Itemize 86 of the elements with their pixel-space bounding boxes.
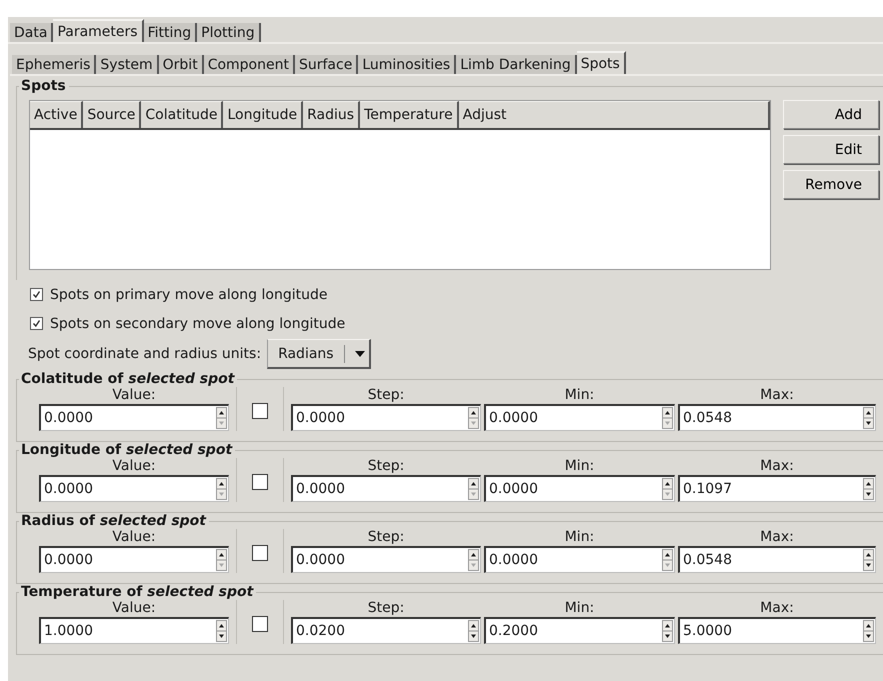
field-label: Step: — [366, 600, 406, 617]
checkbox-label: Spots on primary move along longitude — [50, 286, 328, 302]
action-button[interactable]: Remove — [783, 170, 879, 199]
caret-icon — [354, 350, 365, 356]
field-label: Min: — [564, 458, 596, 475]
spin-arrows-icon[interactable] — [468, 620, 479, 642]
tab[interactable]: Parameters — [53, 19, 144, 42]
number-field[interactable]: 5.0000 — [678, 617, 876, 644]
checkbox[interactable] — [30, 288, 43, 301]
action-button[interactable]: Edit — [783, 135, 879, 164]
field-label: Value: — [111, 600, 157, 617]
column-header[interactable]: Temperature — [360, 101, 459, 128]
spin-arrows-icon[interactable] — [216, 549, 227, 571]
number-field[interactable]: 0.0000 — [39, 546, 229, 573]
action-button[interactable]: Add — [783, 100, 879, 129]
column-header[interactable]: Source — [83, 101, 142, 128]
tab[interactable]: System — [96, 55, 159, 74]
group-title: Longitude of selected spot — [20, 442, 234, 458]
field-label: Min: — [564, 529, 596, 546]
number-field[interactable]: 0.0000 — [39, 475, 229, 502]
tab[interactable]: Limb Darkening — [456, 55, 577, 74]
field-label: Step: — [366, 387, 406, 404]
spin-arrows-icon[interactable] — [863, 549, 874, 571]
number-field[interactable]: 0.0000 — [39, 404, 229, 431]
field-label: Value: — [111, 458, 157, 475]
number-field[interactable]: 0.0000 — [291, 546, 481, 573]
field-label: Max: — [759, 600, 795, 617]
field-label: Max: — [759, 529, 795, 546]
number-field[interactable]: 0.0000 — [291, 475, 481, 502]
number-field[interactable]: 0.2000 — [484, 617, 675, 644]
column-header[interactable]: Radius — [303, 101, 360, 128]
adjust-checkbox[interactable] — [252, 616, 268, 632]
spin-arrows-icon[interactable] — [468, 478, 479, 500]
spin-arrows-icon[interactable] — [863, 620, 874, 642]
spin-arrows-icon[interactable] — [863, 478, 874, 500]
field-label: Max: — [759, 387, 795, 404]
column-header[interactable]: Active — [30, 101, 84, 128]
tab[interactable]: Luminosities — [358, 55, 456, 74]
field-label: Value: — [111, 529, 157, 546]
spin-arrows-icon[interactable] — [216, 620, 227, 642]
number-field[interactable]: 0.0200 — [291, 617, 481, 644]
tab[interactable]: Spots — [576, 51, 626, 74]
number-field[interactable]: 1.0000 — [39, 617, 229, 644]
group-title: Spots — [20, 78, 67, 94]
group-title: Colatitude of selected spot — [20, 371, 236, 387]
spin-arrows-icon[interactable] — [468, 549, 479, 571]
number-field[interactable]: 0.0000 — [484, 546, 675, 573]
field-label: Value: — [111, 387, 157, 404]
spin-arrows-icon[interactable] — [216, 478, 227, 500]
field-label: Step: — [366, 529, 406, 546]
units-dropdown[interactable]: Radians — [267, 339, 371, 369]
column-header[interactable]: Colatitude — [141, 101, 224, 128]
number-field[interactable]: 0.1097 — [678, 475, 876, 502]
field-label: Min: — [564, 600, 596, 617]
group-title: Temperature of selected spot — [20, 584, 255, 600]
number-field[interactable]: 0.0000 — [484, 475, 675, 502]
field-label: Min: — [564, 387, 596, 404]
spin-arrows-icon[interactable] — [662, 549, 673, 571]
tab[interactable]: Fitting — [144, 23, 198, 42]
spin-arrows-icon[interactable] — [216, 407, 227, 429]
number-field[interactable]: 0.0000 — [291, 404, 481, 431]
field-label: Step: — [366, 458, 406, 475]
adjust-checkbox[interactable] — [252, 403, 268, 419]
group-title: Radius of selected spot — [20, 513, 208, 529]
column-header[interactable]: Longitude — [223, 101, 304, 128]
spin-arrows-icon[interactable] — [863, 407, 874, 429]
field-label: Max: — [759, 458, 795, 475]
spin-arrows-icon[interactable] — [662, 620, 673, 642]
number-field[interactable]: 0.0000 — [484, 404, 675, 431]
adjust-checkbox[interactable] — [252, 474, 268, 490]
tab[interactable]: Surface — [294, 55, 358, 74]
tab[interactable]: Orbit — [158, 55, 204, 74]
units-label: Spot coordinate and radius units: — [28, 346, 262, 362]
adjust-checkbox[interactable] — [252, 545, 268, 561]
spin-arrows-icon[interactable] — [662, 478, 673, 500]
tab[interactable]: Ephemeris — [12, 55, 96, 74]
spin-arrows-icon[interactable] — [662, 407, 673, 429]
tab[interactable]: Data — [10, 23, 54, 42]
checkbox-label: Spots on secondary move along longitude — [50, 316, 346, 332]
number-field[interactable]: 0.0548 — [678, 404, 876, 431]
number-field[interactable]: 0.0548 — [678, 546, 876, 573]
column-header[interactable]: Adjust — [458, 101, 770, 128]
tab[interactable]: Plotting — [197, 23, 261, 42]
spin-arrows-icon[interactable] — [468, 407, 479, 429]
checkbox[interactable] — [30, 317, 43, 330]
tab[interactable]: Component — [204, 55, 295, 74]
